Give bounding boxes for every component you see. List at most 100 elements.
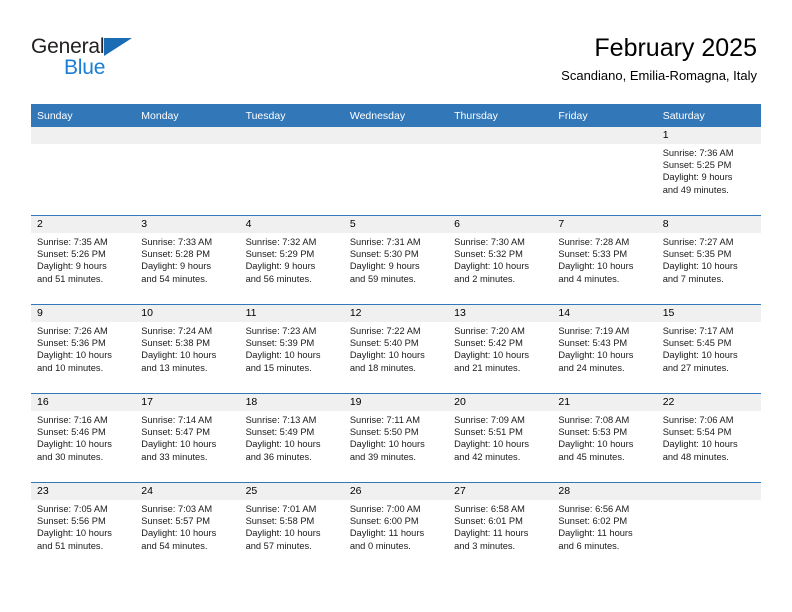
daylight-text-line1: Daylight: 9 hours (37, 261, 107, 272)
day-number: 8 (656, 216, 761, 233)
day-number: 25 (239, 483, 344, 500)
day-cell-details: Sunrise: 7:13 AM Sunset: 5:49 PM Daylight:… (240, 411, 344, 463)
calendar-day-cell[interactable]: 6 Sunrise: 7:30 AM Sunset: 5:32 PM Daylight… (448, 215, 553, 305)
day-cell-inner: 28 Sunrise: 6:56 AM Sunset: 6:02 PM Dayligh… (552, 483, 657, 571)
day-number (552, 127, 657, 144)
day-cell-inner: 16 Sunrise: 7:16 AM Sunset: 5:46 PM Dayligh… (31, 394, 136, 482)
calendar-day-cell[interactable]: 21 Sunrise: 7:08 AM Sunset: 5:53 PM Dayligh… (552, 393, 657, 483)
day-number: 1 (656, 127, 761, 144)
calendar-day-cell-empty (31, 127, 136, 216)
weekday-header-wednesday: Wednesday (343, 104, 449, 127)
calendar-day-cell[interactable]: 27 Sunrise: 6:58 AM Sunset: 6:01 PM Dayligh… (448, 482, 553, 571)
daylight-text-line2: and 18 minutes. (349, 362, 416, 373)
daylight-text-line2: and 49 minutes. (662, 184, 729, 195)
day-cell-details: Sunrise: 7:05 AM Sunset: 5:56 PM Daylight:… (31, 500, 135, 552)
calendar-day-cell[interactable]: 7 Sunrise: 7:28 AM Sunset: 5:33 PM Daylight… (552, 215, 657, 305)
calendar-day-cell[interactable]: 28 Sunrise: 6:56 AM Sunset: 6:02 PM Dayligh… (552, 482, 657, 571)
weekday-header-saturday: Saturday (656, 104, 761, 127)
day-cell-inner: 17 Sunrise: 7:14 AM Sunset: 5:47 PM Dayligh… (135, 394, 240, 482)
calendar-day-cell[interactable]: 20 Sunrise: 7:09 AM Sunset: 5:51 PM Dayligh… (448, 393, 553, 483)
daylight-text-line1: Daylight: 9 hours (141, 261, 212, 272)
day-cell-inner: 1 Sunrise: 7:36 AM Sunset: 5:25 PM Daylight… (656, 127, 761, 215)
sunset-text: Sunset: 5:33 PM (558, 249, 628, 260)
daylight-text-line2: and 3 minutes. (454, 540, 516, 551)
sunset-text: Sunset: 5:40 PM (349, 338, 419, 349)
calendar-day-cell[interactable]: 12 Sunrise: 7:22 AM Sunset: 5:40 PM Dayligh… (343, 304, 449, 394)
daylight-text-line1: Daylight: 10 hours (141, 350, 217, 361)
calendar-day-cell[interactable]: 10 Sunrise: 7:24 AM Sunset: 5:38 PM Dayligh… (135, 304, 240, 394)
calendar-day-cell[interactable]: 23 Sunrise: 7:05 AM Sunset: 5:56 PM Dayligh… (31, 482, 136, 571)
sunset-text: Sunset: 5:35 PM (662, 249, 732, 260)
calendar-day-cell[interactable]: 18 Sunrise: 7:13 AM Sunset: 5:49 PM Dayligh… (239, 393, 344, 483)
calendar-day-cell[interactable]: 26 Sunrise: 7:00 AM Sunset: 6:00 PM Dayligh… (343, 482, 449, 571)
day-number: 28 (552, 483, 657, 500)
sunset-text: Sunset: 5:32 PM (454, 249, 523, 260)
day-cell-inner: 7 Sunrise: 7:28 AM Sunset: 5:33 PM Daylight… (552, 216, 657, 304)
day-cell-details: Sunrise: 7:19 AM Sunset: 5:43 PM Daylight:… (552, 322, 656, 374)
calendar-day-cell[interactable]: 3 Sunrise: 7:33 AM Sunset: 5:28 PM Daylight… (135, 215, 240, 305)
day-cell-details: Sunrise: 7:17 AM Sunset: 5:45 PM Daylight:… (657, 322, 761, 374)
day-number: 18 (239, 394, 344, 411)
calendar-day-cell[interactable]: 5 Sunrise: 7:31 AM Sunset: 5:30 PM Daylight… (343, 215, 449, 305)
day-number: 21 (552, 394, 657, 411)
day-cell-details: Sunrise: 7:27 AM Sunset: 5:35 PM Daylight:… (657, 233, 761, 285)
daylight-text-line2: and 54 minutes. (141, 540, 208, 551)
sunrise-text: Sunrise: 7:14 AM (141, 415, 213, 425)
calendar-day-cell[interactable]: 4 Sunrise: 7:32 AM Sunset: 5:29 PM Daylight… (239, 215, 344, 305)
calendar-day-cell[interactable]: 2 Sunrise: 7:35 AM Sunset: 5:26 PM Daylight… (31, 215, 136, 305)
day-cell-details: Sunrise: 7:31 AM Sunset: 5:30 PM Daylight:… (344, 233, 448, 285)
calendar-day-cell[interactable]: 11 Sunrise: 7:23 AM Sunset: 5:39 PM Dayligh… (239, 304, 344, 394)
daylight-text-line1: Daylight: 9 hours (245, 261, 316, 272)
calendar-day-cell[interactable]: 15 Sunrise: 7:17 AM Sunset: 5:45 PM Dayligh… (656, 304, 761, 394)
calendar-body: 1 Sunrise: 7:36 AM Sunset: 5:25 PM Daylight… (31, 127, 761, 571)
daylight-text-line2: and 48 minutes. (662, 451, 729, 462)
daylight-text-line2: and 39 minutes. (349, 451, 416, 462)
day-cell-inner: 3 Sunrise: 7:33 AM Sunset: 5:28 PM Daylight… (135, 216, 240, 304)
day-cell-details: Sunrise: 7:01 AM Sunset: 5:58 PM Daylight:… (240, 500, 344, 552)
calendar-day-cell-empty (448, 127, 553, 216)
day-cell-details: Sunrise: 7:24 AM Sunset: 5:38 PM Daylight:… (135, 322, 239, 374)
calendar-day-cell[interactable]: 24 Sunrise: 7:03 AM Sunset: 5:57 PM Dayligh… (135, 482, 240, 571)
daylight-text-line1: Daylight: 10 hours (662, 261, 738, 272)
daylight-text-line2: and 13 minutes. (141, 362, 208, 373)
calendar-day-cell[interactable]: 16 Sunrise: 7:16 AM Sunset: 5:46 PM Dayligh… (31, 393, 136, 483)
sunset-text: Sunset: 5:58 PM (245, 516, 315, 527)
day-cell-details: Sunrise: 7:28 AM Sunset: 5:33 PM Daylight:… (552, 233, 656, 285)
sunset-text: Sunset: 5:28 PM (141, 249, 211, 260)
day-cell-inner (343, 127, 449, 215)
daylight-text-line1: Daylight: 10 hours (454, 350, 530, 361)
daylight-text-line1: Daylight: 10 hours (141, 439, 217, 450)
daylight-text-line2: and 54 minutes. (141, 273, 208, 284)
day-cell-inner: 5 Sunrise: 7:31 AM Sunset: 5:30 PM Daylight… (343, 216, 449, 304)
daylight-text-line1: Daylight: 10 hours (245, 350, 321, 361)
daylight-text-line1: Daylight: 10 hours (37, 350, 112, 361)
day-number: 5 (343, 216, 449, 233)
daylight-text-line2: and 7 minutes. (662, 273, 724, 284)
calendar-grid: Sunday Monday Tuesday Wednesday Thursday… (31, 104, 761, 571)
sunset-text: Sunset: 5:39 PM (245, 338, 315, 349)
daylight-text-line2: and 30 minutes. (37, 451, 104, 462)
calendar-day-cell[interactable]: 13 Sunrise: 7:20 AM Sunset: 5:42 PM Dayligh… (448, 304, 553, 394)
day-number: 4 (239, 216, 344, 233)
day-cell-inner: 22 Sunrise: 7:06 AM Sunset: 5:54 PM Dayligh… (656, 394, 761, 482)
day-number (343, 127, 449, 144)
calendar-day-cell[interactable]: 9 Sunrise: 7:26 AM Sunset: 5:36 PM Daylight… (31, 304, 136, 394)
sunset-text: Sunset: 5:38 PM (141, 338, 211, 349)
weekday-header-sunday: Sunday (31, 104, 136, 127)
day-cell-inner (135, 127, 240, 215)
calendar-day-cell[interactable]: 22 Sunrise: 7:06 AM Sunset: 5:54 PM Dayligh… (656, 393, 761, 483)
calendar-day-cell[interactable]: 19 Sunrise: 7:11 AM Sunset: 5:50 PM Dayligh… (343, 393, 449, 483)
calendar-day-cell[interactable]: 14 Sunrise: 7:19 AM Sunset: 5:43 PM Dayligh… (552, 304, 657, 394)
calendar-day-cell[interactable]: 1 Sunrise: 7:36 AM Sunset: 5:25 PM Daylight… (656, 127, 761, 216)
calendar-day-cell[interactable]: 25 Sunrise: 7:01 AM Sunset: 5:58 PM Dayligh… (239, 482, 344, 571)
calendar-day-cell[interactable]: 8 Sunrise: 7:27 AM Sunset: 5:35 PM Daylight… (656, 215, 761, 305)
day-cell-inner: 25 Sunrise: 7:01 AM Sunset: 5:58 PM Dayligh… (239, 483, 344, 571)
daylight-text-line1: Daylight: 10 hours (662, 350, 738, 361)
calendar-week-row: 1 Sunrise: 7:36 AM Sunset: 5:25 PM Daylight… (31, 127, 761, 216)
sunset-text: Sunset: 5:36 PM (37, 338, 106, 349)
day-cell-inner: 4 Sunrise: 7:32 AM Sunset: 5:29 PM Daylight… (239, 216, 344, 304)
day-cell-inner: 14 Sunrise: 7:19 AM Sunset: 5:43 PM Dayligh… (552, 305, 657, 393)
day-number: 26 (343, 483, 449, 500)
sunset-text: Sunset: 5:46 PM (37, 427, 106, 438)
calendar-day-cell[interactable]: 17 Sunrise: 7:14 AM Sunset: 5:47 PM Dayligh… (135, 393, 240, 483)
